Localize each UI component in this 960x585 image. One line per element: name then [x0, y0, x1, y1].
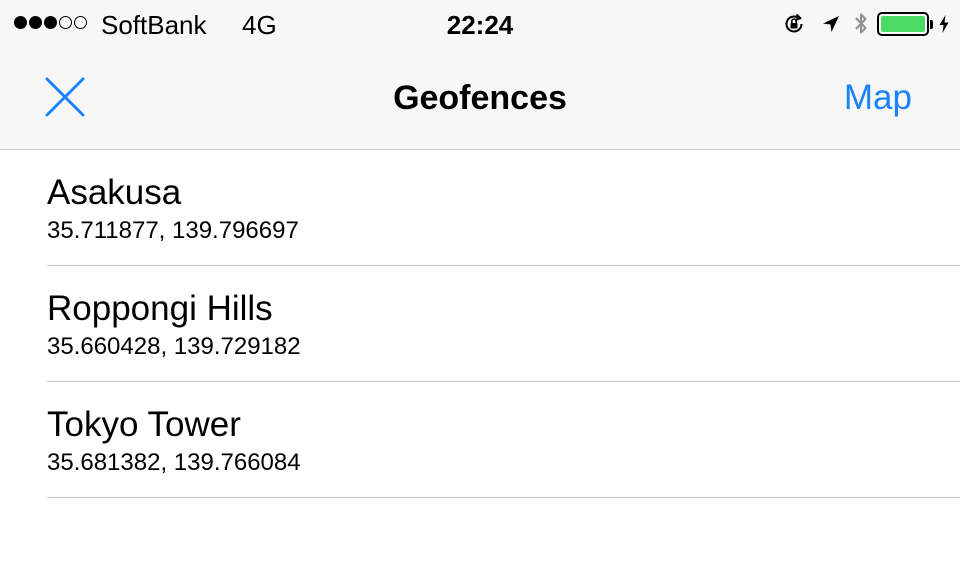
signal-dot-empty	[59, 16, 72, 29]
navigation-bar: Geofences Map	[0, 48, 960, 150]
carrier-name: SoftBank	[101, 10, 207, 40]
network-type: 4G	[242, 10, 277, 40]
row-divider	[47, 496, 960, 498]
location-arrow-icon	[821, 13, 841, 35]
geofence-list: Asakusa 35.711877, 139.796697 Roppongi H…	[0, 150, 960, 498]
geofence-name: Roppongi Hills	[47, 289, 273, 328]
signal-dot-filled	[14, 16, 27, 29]
list-item[interactable]: Tokyo Tower 35.681382, 139.766084	[0, 382, 960, 498]
status-time: 22:24	[446, 10, 514, 40]
signal-dot-filled	[29, 16, 42, 29]
geofence-coordinates: 35.681382, 139.766084	[47, 449, 301, 476]
signal-dot-filled	[44, 16, 57, 29]
close-button[interactable]	[36, 73, 94, 125]
battery-icon	[877, 12, 929, 36]
bluetooth-icon	[853, 10, 869, 38]
status-bar: SoftBank 4G 22:24	[0, 0, 960, 48]
app-screen: SoftBank 4G 22:24 Geofences Map Asakusa …	[0, 0, 960, 585]
geofence-coordinates: 35.660428, 139.729182	[47, 333, 301, 360]
geofence-name: Tokyo Tower	[47, 405, 241, 444]
map-button[interactable]: Map	[844, 77, 912, 119]
geofence-coordinates: 35.711877, 139.796697	[47, 217, 299, 244]
geofence-name: Asakusa	[47, 173, 182, 212]
signal-strength-indicator	[14, 16, 87, 29]
battery-level-fill	[881, 16, 925, 32]
page-title: Geofences	[393, 79, 567, 117]
charging-bolt-icon	[938, 14, 950, 34]
list-item[interactable]: Asakusa 35.711877, 139.796697	[0, 150, 960, 266]
battery-terminal	[930, 19, 933, 29]
orientation-lock-icon	[781, 11, 807, 37]
status-icons	[781, 9, 950, 39]
list-item[interactable]: Roppongi Hills 35.660428, 139.729182	[0, 266, 960, 382]
close-icon	[44, 76, 86, 123]
signal-dot-empty	[74, 16, 87, 29]
